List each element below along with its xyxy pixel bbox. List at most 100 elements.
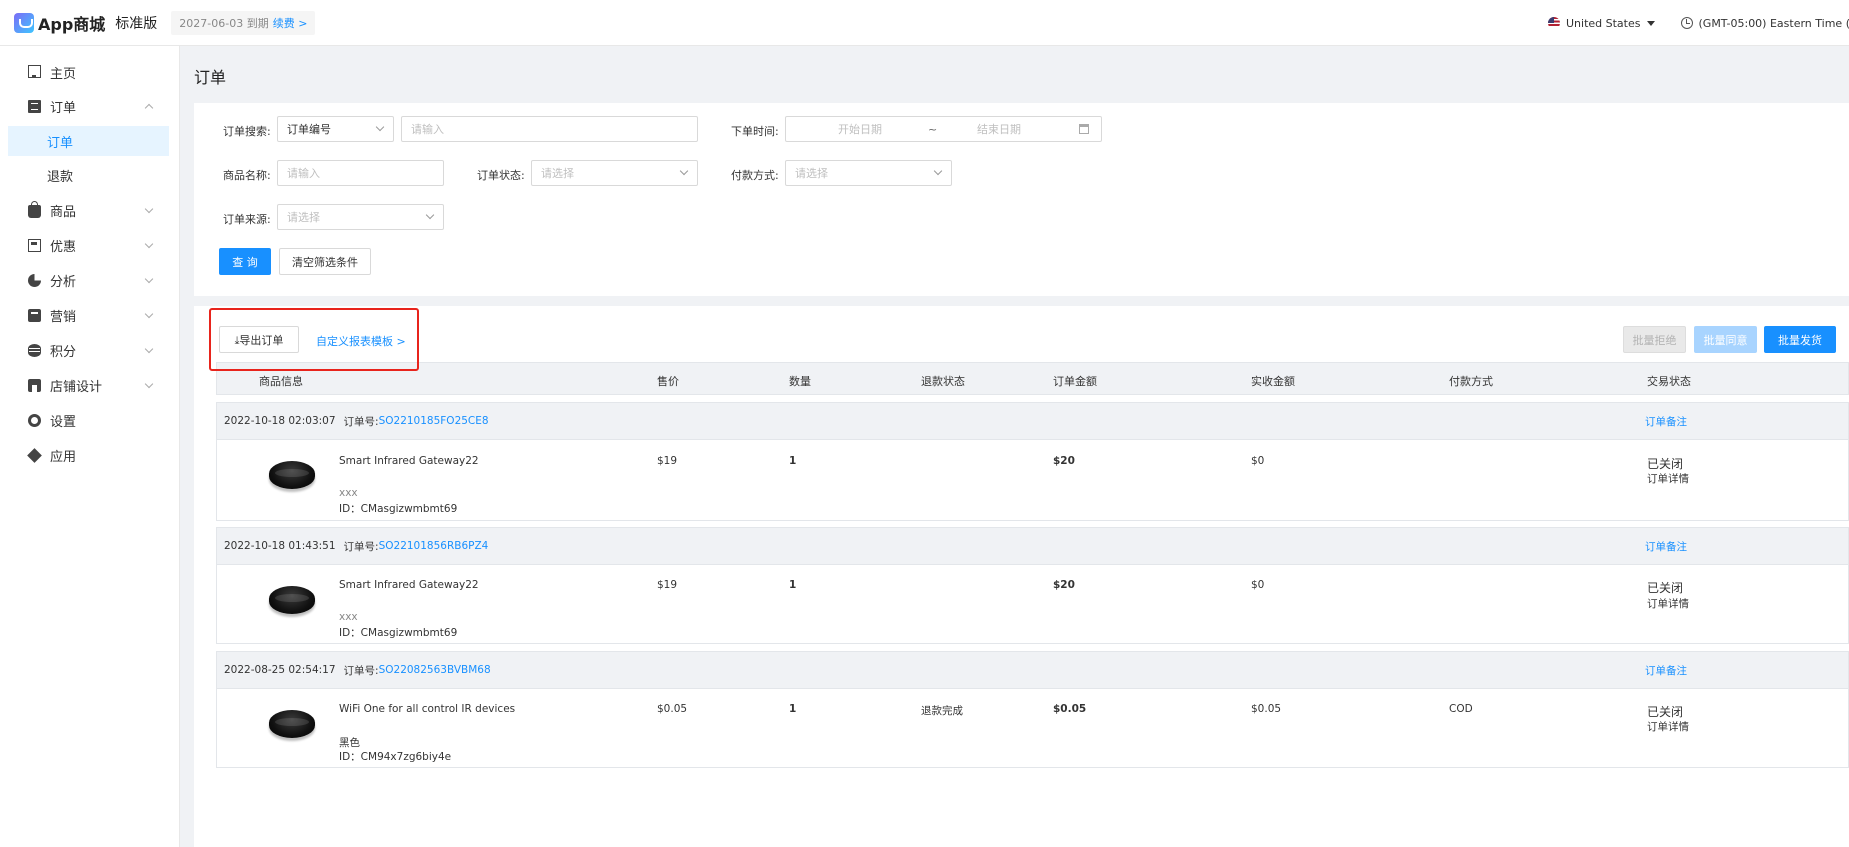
product-name[interactable]: WiFi One for all control IR devices — [339, 703, 515, 715]
sidebar-item-store-design[interactable]: 店铺设计 — [0, 370, 180, 400]
product-name[interactable]: Smart Infrared Gateway22 — [339, 455, 479, 467]
column-header-quantity: 数量 — [789, 375, 811, 388]
edition-label: 标准版 — [115, 15, 158, 32]
top-bar: App商城 标准版 2027-06-03 到期 续费 > United State… — [0, 0, 1849, 46]
order-source-select[interactable]: 请选择 — [277, 204, 444, 230]
product-name-input[interactable]: 请输入 — [277, 160, 444, 186]
order-no-label: 订单号: — [343, 415, 379, 428]
caret-down-icon[interactable] — [1646, 20, 1655, 26]
end-date-input[interactable]: 结束日期 — [977, 121, 1021, 137]
document-icon — [28, 99, 41, 113]
order-amount: $20 — [1053, 579, 1075, 591]
product-id: ID：CMasgizwmbmt69 — [339, 627, 458, 639]
date-separator: ~ — [928, 122, 938, 136]
order-status-select[interactable]: 请选择 — [531, 160, 698, 186]
product-id: ID：CMasgizwmbmt69 — [339, 503, 458, 515]
order-search-input[interactable]: 请输入 — [401, 116, 698, 142]
product-variant: xxx — [339, 611, 358, 623]
sidebar-item-orders[interactable]: 订单 — [0, 91, 180, 121]
gear-icon — [28, 413, 41, 427]
product-thumbnail[interactable] — [269, 586, 315, 614]
filter-panel: 订单搜索: 订单编号 请输入 下单时间: 开始日期 ~ 结束日期 商品名称: 请… — [194, 103, 1849, 296]
sidebar-item-apps[interactable]: 应用 — [0, 440, 180, 470]
renew-link[interactable]: 续费 > — [273, 17, 308, 30]
monitor-icon — [28, 64, 41, 78]
column-header-order-amount: 订单金额 — [1053, 375, 1097, 388]
subscription-expiry: 2027-06-03 到期 续费 > — [171, 10, 316, 35]
sidebar-item-promotions[interactable]: 优惠 — [0, 230, 180, 260]
sidebar-subitem-orders[interactable]: 订单 — [8, 126, 169, 156]
chevron-down-icon — [425, 210, 435, 220]
product-thumbnail[interactable] — [269, 710, 315, 738]
order-header: 2022-10-18 02:03:07 订单号: SO2210185FO25CE… — [217, 403, 1848, 440]
batch-approve-button[interactable]: 批量同意 — [1694, 326, 1757, 353]
order-remark-link[interactable]: 订单备注 — [1645, 539, 1687, 554]
chevron-down-icon — [375, 122, 385, 132]
order-date-range-picker[interactable]: 开始日期 ~ 结束日期 — [785, 116, 1102, 142]
payment-method-label: 付款方式: — [731, 169, 779, 182]
received-amount: $0.05 — [1251, 703, 1282, 715]
column-header-payment-method: 付款方式 — [1449, 375, 1493, 388]
order-amount: $0.05 — [1053, 703, 1087, 715]
order-time-label: 下单时间: — [731, 125, 779, 138]
sidebar-item-marketing[interactable]: 营销 — [0, 300, 180, 330]
order-number-link[interactable]: SO2210185FO25CE8 — [379, 415, 489, 427]
locale-bar: United States (GMT-05:00) Eastern Time (… — [1548, 0, 1849, 46]
order-remark-link[interactable]: 订单备注 — [1645, 663, 1687, 678]
product-name[interactable]: Smart Infrared Gateway22 — [339, 579, 479, 591]
order-row: 2022-10-18 02:03:07 订单号: SO2210185FO25CE… — [216, 402, 1849, 521]
order-remark-link[interactable]: 订单备注 — [1645, 414, 1687, 429]
sidebar-item-products[interactable]: 商品 — [0, 195, 180, 225]
order-detail-link[interactable]: 订单详情 — [1647, 471, 1689, 486]
column-header-trade-status: 交易状态 — [1647, 375, 1691, 388]
chevron-down-icon — [144, 309, 154, 319]
sidebar-item-settings[interactable]: 设置 — [0, 405, 180, 435]
order-detail-link[interactable]: 订单详情 — [1647, 719, 1689, 734]
column-header-refund-status: 退款状态 — [921, 375, 965, 388]
sidebar-item-analytics[interactable]: 分析 — [0, 265, 180, 295]
order-header: 2022-08-25 02:54:17 订单号: SO22082563BVBM6… — [217, 652, 1848, 689]
payment-method-select[interactable]: 请选择 — [785, 160, 952, 186]
column-header-price: 售价 — [657, 375, 679, 388]
payment-method: COD — [1449, 703, 1473, 715]
trade-status: 已关闭 — [1647, 581, 1684, 595]
batch-ship-button[interactable]: 批量发货 — [1764, 326, 1836, 353]
batch-reject-button[interactable]: 批量拒绝 — [1623, 326, 1686, 353]
order-time: 2022-08-25 02:54:17 — [224, 664, 336, 676]
query-button[interactable]: 查 询 — [219, 248, 271, 275]
order-no-label: 订单号: — [343, 540, 379, 553]
chevron-down-icon — [679, 166, 689, 176]
column-header-product: 商品信息 — [259, 375, 303, 388]
start-date-input[interactable]: 开始日期 — [838, 121, 882, 137]
order-no-label: 订单号: — [343, 664, 379, 677]
order-header: 2022-10-18 01:43:51 订单号: SO22101856RB6PZ… — [217, 528, 1848, 565]
sidebar-item-points[interactable]: 积分 — [0, 335, 180, 365]
order-detail-link[interactable]: 订单详情 — [1647, 596, 1689, 611]
refund-status[interactable]: 退款完成 — [921, 703, 963, 718]
country-selector[interactable]: United States — [1566, 17, 1641, 30]
sidebar-item-home[interactable]: 主页 — [0, 57, 180, 87]
trade-status: 已关闭 — [1647, 705, 1684, 719]
calendar-icon — [1079, 124, 1089, 134]
order-number-link[interactable]: SO22082563BVBM68 — [379, 664, 491, 676]
clear-filters-button[interactable]: 清空筛选条件 — [279, 248, 371, 275]
store-icon — [28, 378, 41, 392]
order-search-type-select[interactable]: 订单编号 — [277, 116, 394, 142]
sidebar-subitem-refunds[interactable]: 退款 — [0, 160, 180, 190]
page-title: 订单 — [194, 68, 227, 87]
table-header: 商品信息 售价 数量 退款状态 订单金额 实收金额 付款方式 交易状态 — [216, 362, 1849, 395]
quantity: 1 — [789, 703, 797, 715]
product-thumbnail[interactable] — [269, 461, 315, 489]
order-row: 2022-10-18 01:43:51 订单号: SO22101856RB6PZ… — [216, 527, 1849, 644]
product-id: ID：CM94x7zg6biy4e — [339, 751, 452, 763]
order-number-link[interactable]: SO22101856RB6PZ4 — [379, 540, 489, 552]
received-amount: $0 — [1251, 455, 1265, 467]
order-time: 2022-10-18 02:03:07 — [224, 415, 336, 427]
column-header-received-amount: 实收金额 — [1251, 375, 1295, 388]
brand-logo[interactable]: App商城 — [14, 11, 105, 35]
order-list-panel: ⤓导出订单 自定义报表模板 > 批量拒绝 批量同意 批量发货 商品信息 售价 数… — [194, 306, 1849, 847]
chevron-down-icon — [144, 274, 154, 284]
timezone-selector[interactable]: (GMT-05:00) Eastern Time (US & Can — [1699, 17, 1849, 30]
sidebar: 主页 订单 订单 退款 商品 优惠 分析 营销 积分 店铺设计 设置 应用 — [0, 46, 180, 847]
received-amount: $0 — [1251, 579, 1265, 591]
